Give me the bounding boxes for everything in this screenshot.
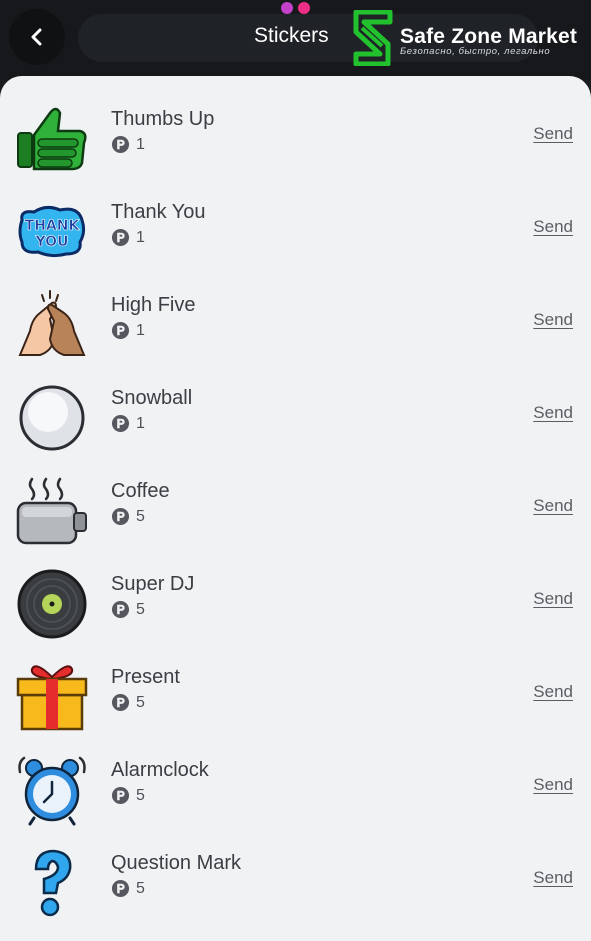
sticker-name: Alarmclock <box>111 759 209 781</box>
sticker-item[interactable]: Alarmclock 5 Send <box>0 749 591 842</box>
sticker-price: 5 <box>111 879 145 898</box>
sticker-name: Question Mark <box>111 852 242 874</box>
price-value: 5 <box>136 879 145 897</box>
sticker-name: Thumbs Up <box>111 108 215 130</box>
coin-icon <box>111 135 130 154</box>
send-button[interactable]: Send <box>533 496 573 516</box>
sticker-name: Thank You <box>111 201 206 223</box>
send-button[interactable]: Send <box>533 124 573 144</box>
svg-text:THANK: THANK <box>25 218 81 234</box>
price-value: 5 <box>136 693 145 711</box>
high-five-icon <box>18 290 86 356</box>
coffee-icon <box>16 477 87 545</box>
coin-icon <box>111 228 130 247</box>
send-button[interactable]: Send <box>533 403 573 423</box>
svg-text:YOU: YOU <box>35 234 69 250</box>
sticker-price: 5 <box>111 693 145 712</box>
chevron-left-icon <box>31 28 42 46</box>
coin-icon <box>111 879 130 898</box>
sticker-name: Super DJ <box>111 573 195 595</box>
price-value: 5 <box>136 600 145 618</box>
price-value: 1 <box>136 321 145 339</box>
sticker-price: 1 <box>111 228 145 247</box>
send-button[interactable]: Send <box>533 775 573 795</box>
brand-logo-icon <box>353 10 393 66</box>
coin-icon <box>111 600 130 619</box>
price-value: 5 <box>136 507 145 525</box>
sticker-sheet: Thumbs Up 1 Send THANK YOU Thank You 1 S… <box>0 76 591 941</box>
indicator-dot <box>298 2 310 14</box>
sticker-item[interactable]: Snowball 1 Send <box>0 377 591 470</box>
sticker-item[interactable]: Coffee 5 Send <box>0 470 591 563</box>
send-button[interactable]: Send <box>533 217 573 237</box>
sticker-item[interactable]: THANK YOU Thank You 1 Send <box>0 191 591 284</box>
sticker-item[interactable]: Question Mark 5 Send <box>0 842 591 935</box>
brand-tagline: Безопасно, быстро, легально <box>400 46 551 57</box>
indicator-dots <box>281 2 310 14</box>
sticker-price: 5 <box>111 507 145 526</box>
sticker-price: 1 <box>111 414 145 433</box>
page-title: Stickers <box>254 24 329 47</box>
sticker-item[interactable]: Super DJ 5 Send <box>0 563 591 656</box>
coin-icon <box>111 693 130 712</box>
top-bar: Stickers Safe Zone Market Безопасно, быс… <box>0 0 591 80</box>
sticker-name: Snowball <box>111 387 193 409</box>
coin-icon <box>111 414 130 433</box>
sticker-item[interactable]: High Five 1 Send <box>0 284 591 377</box>
sticker-price: 5 <box>111 600 145 619</box>
indicator-dot <box>281 2 293 14</box>
coin-icon <box>111 786 130 805</box>
vinyl-record-icon <box>17 569 87 639</box>
sticker-item[interactable]: Present 5 Send <box>0 656 591 749</box>
sticker-name: High Five <box>111 294 196 316</box>
send-button[interactable]: Send <box>533 589 573 609</box>
sticker-price: 5 <box>111 786 145 805</box>
price-value: 1 <box>136 135 145 153</box>
sticker-price: 1 <box>111 135 145 154</box>
price-value: 1 <box>136 228 145 246</box>
sticker-name: Present <box>111 666 180 688</box>
coin-icon <box>111 507 130 526</box>
price-value: 1 <box>136 414 145 432</box>
thank-you-icon: THANK YOU <box>18 205 86 258</box>
sticker-name: Coffee <box>111 480 170 502</box>
send-button[interactable]: Send <box>533 682 573 702</box>
price-value: 5 <box>136 786 145 804</box>
send-button[interactable]: Send <box>533 868 573 888</box>
question-mark-icon <box>34 849 72 917</box>
back-button[interactable] <box>9 9 65 65</box>
sticker-price: 1 <box>111 321 145 340</box>
thumbs-up-icon <box>17 107 87 171</box>
gift-icon <box>16 665 88 731</box>
sticker-item[interactable]: Thumbs Up 1 Send <box>0 98 591 191</box>
send-button[interactable]: Send <box>533 310 573 330</box>
coin-icon <box>111 321 130 340</box>
snowball-icon <box>19 385 85 451</box>
alarm-clock-icon <box>18 756 86 826</box>
